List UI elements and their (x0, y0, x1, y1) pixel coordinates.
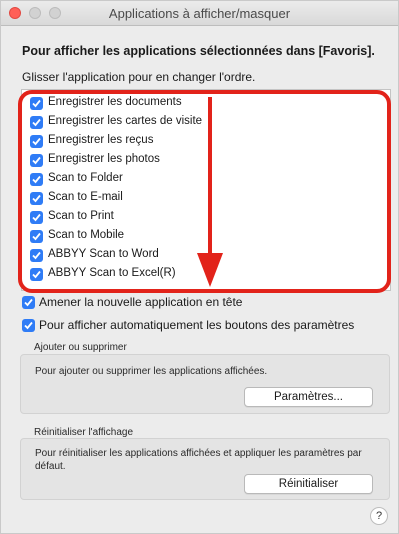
app-label: Scan to E-mail (48, 191, 123, 203)
checkbox-checked-icon[interactable] (30, 249, 43, 262)
app-label: Enregistrer les documents (48, 96, 182, 108)
auto-show-params-label: Pour afficher automatiquement les bouton… (39, 318, 355, 332)
checkbox-checked-icon[interactable] (30, 97, 43, 110)
title-bar: Applications à afficher/masquer (1, 1, 398, 26)
drag-down-arrow-icon (197, 97, 223, 287)
app-label: ABBYY Scan to Word (48, 248, 159, 260)
checkbox-checked-icon[interactable] (30, 173, 43, 186)
add-remove-description: Pour ajouter ou supprimer les applicatio… (35, 366, 268, 377)
new-app-first-label: Amener la nouvelle application en tête (39, 295, 243, 309)
page-heading: Pour afficher les applications sélection… (22, 44, 375, 58)
app-label: Scan to Mobile (48, 229, 125, 241)
reset-group: Pour réinitialiser les applications affi… (20, 438, 390, 500)
reset-title: Réinitialiser l'affichage (34, 427, 133, 438)
checkbox-checked-icon[interactable] (22, 319, 35, 332)
checkbox-checked-icon[interactable] (30, 192, 43, 205)
checkbox-checked-icon[interactable] (30, 211, 43, 224)
app-label: Scan to Print (48, 210, 114, 222)
app-label: Enregistrer les cartes de visite (48, 115, 203, 127)
help-button[interactable]: ? (370, 507, 388, 525)
reorder-instruction: Glisser l'application pour en changer l'… (22, 70, 256, 84)
app-label: Enregistrer les photos (48, 153, 160, 165)
checkbox-checked-icon[interactable] (30, 154, 43, 167)
parameters-button[interactable]: Paramètres... (244, 387, 373, 407)
window-title: Applications à afficher/masquer (108, 6, 291, 21)
checkbox-checked-icon[interactable] (30, 116, 43, 129)
checkbox-checked-icon[interactable] (30, 268, 43, 281)
checkbox-checked-icon[interactable] (30, 230, 43, 243)
app-label: ABBYY Scan to Excel(R) (48, 267, 176, 279)
add-remove-group: Pour ajouter ou supprimer les applicatio… (20, 354, 390, 414)
checkbox-checked-icon[interactable] (22, 296, 35, 309)
reset-button[interactable]: Réinitialiser (244, 474, 373, 494)
app-label: Enregistrer les reçus (48, 134, 154, 146)
app-visibility-window: Applications à afficher/masquer Pour aff… (0, 0, 399, 534)
reset-description: Pour réinitialiser les applications affi… (35, 448, 362, 472)
app-label: Scan to Folder (48, 172, 123, 184)
checkbox-checked-icon[interactable] (30, 135, 43, 148)
add-remove-title: Ajouter ou supprimer (34, 342, 127, 353)
